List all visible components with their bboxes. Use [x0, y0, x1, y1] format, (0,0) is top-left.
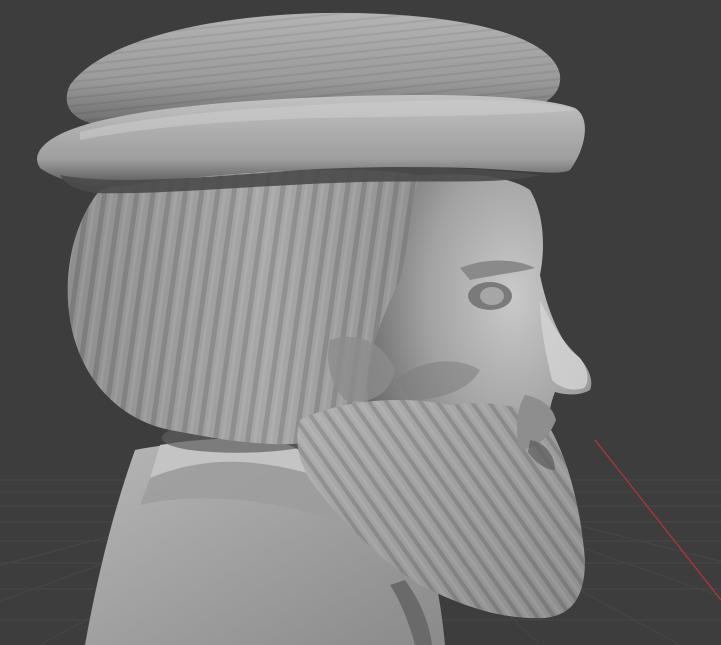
viewport-canvas[interactable] — [0, 0, 721, 645]
eye-ball — [480, 287, 504, 305]
bust-sculpt-mesh[interactable] — [37, 12, 592, 645]
3d-viewport[interactable] — [0, 0, 721, 645]
